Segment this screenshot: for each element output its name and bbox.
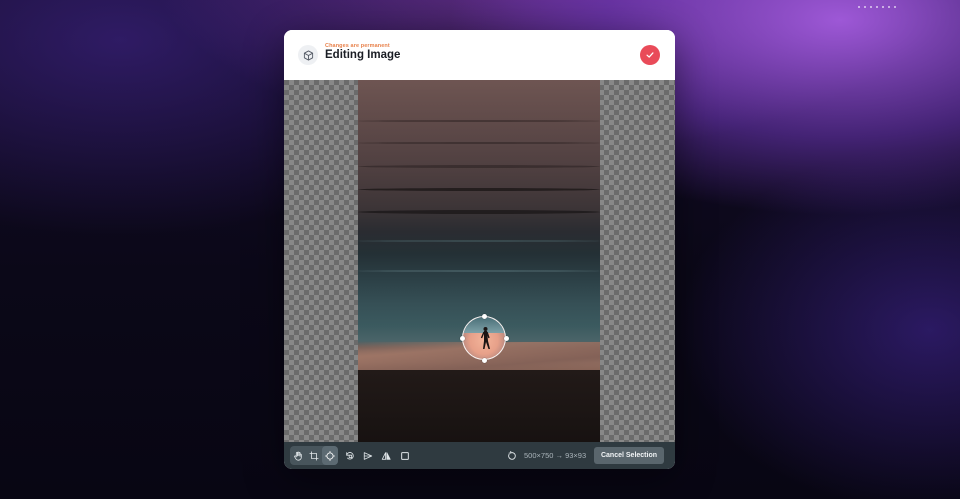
- hand-icon: [294, 451, 302, 461]
- wave-line: [358, 210, 600, 214]
- crop-tool-button[interactable]: [306, 446, 322, 465]
- image-editor-modal: Changes are permanent Editing Image 500×…: [284, 30, 675, 469]
- wave-line: [358, 270, 600, 272]
- background-sparkle: [858, 6, 898, 8]
- dark-sand: [358, 370, 600, 442]
- selection-handle-right[interactable]: [503, 335, 509, 341]
- reset-button[interactable]: [504, 446, 520, 465]
- wave-line: [358, 120, 600, 122]
- flip-horizontal-icon: [363, 451, 373, 460]
- transparency-canvas[interactable]: [284, 80, 675, 442]
- editor-toolbar: 500×750 → 93×93 Cancel Selection: [284, 442, 675, 469]
- dimensions-readout: 500×750 → 93×93: [524, 451, 587, 460]
- ellipse-select-icon: [325, 450, 335, 461]
- ellipse-select-tool-button[interactable]: [322, 446, 338, 465]
- rectangle-select-button[interactable]: [397, 446, 413, 465]
- flip-horizontal-button[interactable]: [360, 446, 376, 465]
- ellipse-selection[interactable]: [462, 316, 506, 360]
- selection-handle-top[interactable]: [481, 313, 487, 319]
- selection-handle-left[interactable]: [459, 335, 465, 341]
- rotate-left-icon: [346, 451, 354, 460]
- editor-header: Changes are permanent Editing Image: [284, 30, 675, 80]
- hand-tool-button[interactable]: [290, 446, 306, 465]
- rectangle-icon: [401, 451, 409, 460]
- selection-tool-group: [290, 446, 338, 465]
- wave-line: [358, 240, 600, 242]
- wave-line: [358, 188, 600, 191]
- mirror-icon: [381, 451, 391, 460]
- rotate-left-button[interactable]: [342, 446, 358, 465]
- crop-icon: [309, 450, 319, 461]
- reset-icon: [508, 450, 516, 460]
- walking-person-silhouette: [480, 327, 490, 349]
- page-title: Editing Image: [325, 49, 401, 61]
- check-icon: [646, 52, 654, 58]
- confirm-button[interactable]: [640, 45, 660, 65]
- selection-handle-bottom[interactable]: [481, 357, 487, 363]
- cancel-selection-button[interactable]: Cancel Selection: [594, 447, 664, 464]
- wave-line: [358, 142, 600, 144]
- mirror-button[interactable]: [378, 446, 394, 465]
- wave-line: [358, 165, 600, 168]
- edited-photo[interactable]: [358, 80, 600, 442]
- cube-icon: [298, 45, 318, 65]
